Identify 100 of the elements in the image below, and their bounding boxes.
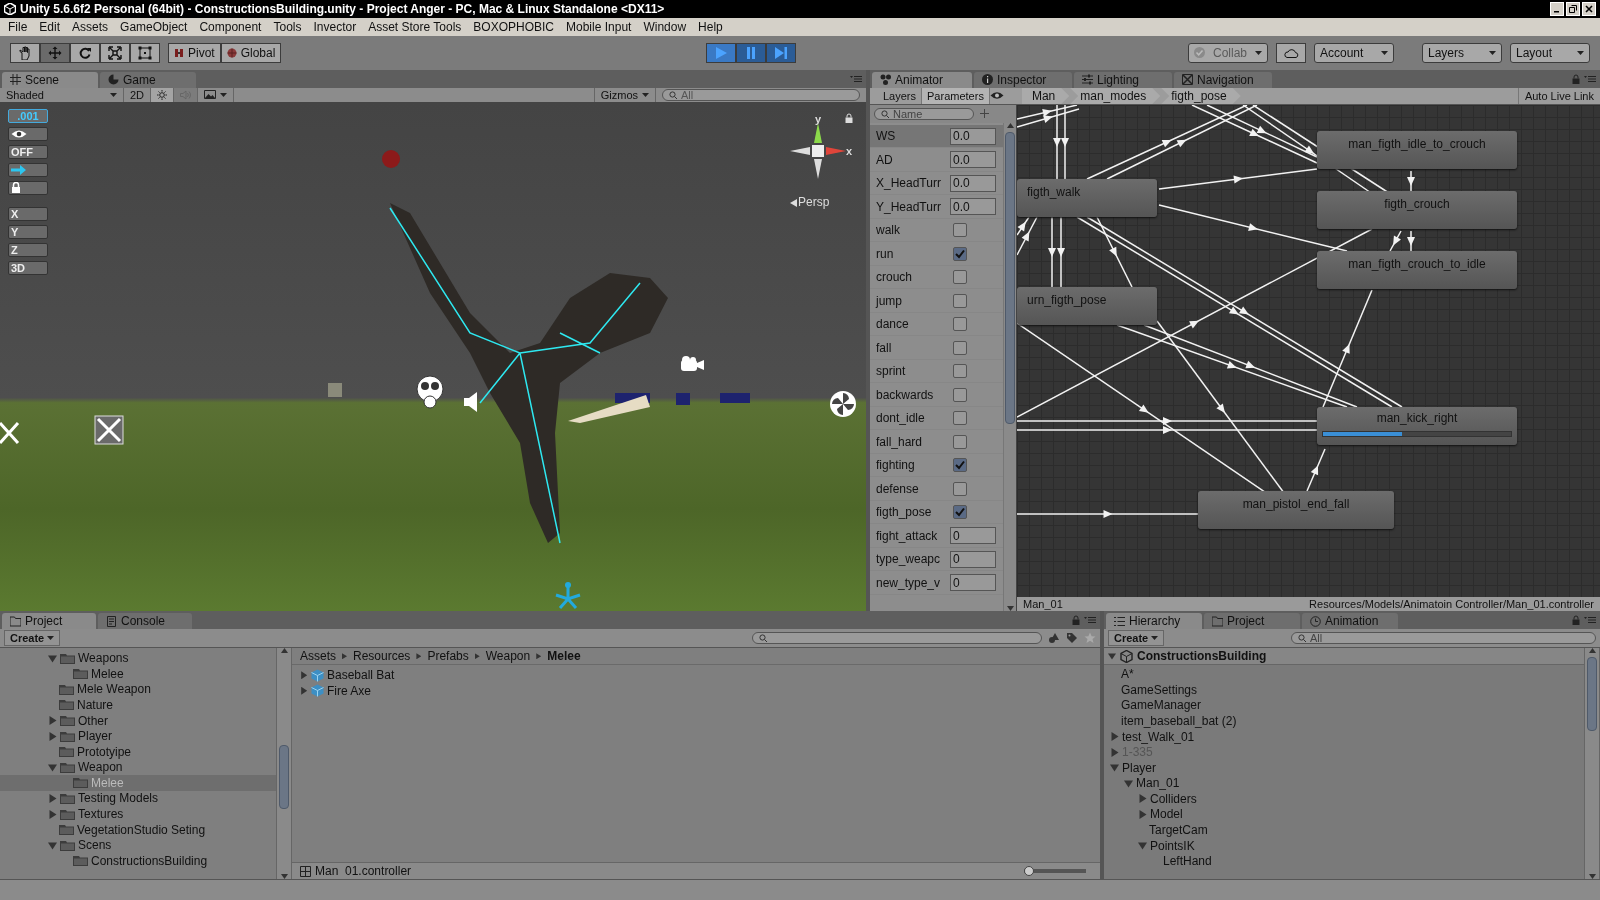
parameter-row[interactable]: dont_idle bbox=[870, 406, 1003, 431]
hierarchy-item[interactable]: Man_01 bbox=[1104, 775, 1584, 792]
state-node[interactable]: urn_figth_pose bbox=[1017, 286, 1157, 325]
parameter-value-field[interactable]: 0.0 bbox=[950, 151, 996, 169]
parameter-row[interactable]: new_type_v 0 bbox=[870, 571, 1003, 595]
parameter-row[interactable]: figth_pose bbox=[870, 500, 1003, 525]
parameter-row[interactable]: sprint bbox=[870, 359, 1003, 384]
hierarchy-item[interactable]: GameManager bbox=[1104, 697, 1584, 714]
panel-tab[interactable]: Inspector bbox=[974, 71, 1072, 88]
parameter-row[interactable]: fall bbox=[870, 336, 1003, 360]
tool-button[interactable] bbox=[10, 42, 40, 63]
parameter-row[interactable]: fall_hard bbox=[870, 430, 1003, 454]
parameter-value-field[interactable]: 0.0 bbox=[950, 127, 996, 145]
zoom-slider[interactable] bbox=[1024, 866, 1086, 877]
hierarchy-item[interactable]: GameSettings bbox=[1104, 681, 1584, 698]
menu-item[interactable]: BOXOPHOBIC bbox=[467, 19, 560, 34]
menu-item[interactable]: Mobile Input bbox=[560, 19, 638, 34]
snap-toggle[interactable]: OFF bbox=[8, 144, 48, 159]
panel-tab[interactable]: Scene bbox=[2, 71, 98, 88]
panel-tab[interactable]: Project bbox=[1204, 613, 1300, 630]
minimize-button[interactable] bbox=[1550, 2, 1564, 16]
hierarchy-item[interactable]: Colliders bbox=[1104, 791, 1584, 807]
asset-item[interactable]: Fire Axe bbox=[300, 682, 1092, 699]
parameter-row[interactable]: walk bbox=[870, 218, 1003, 243]
expanded-arrow-icon[interactable] bbox=[48, 653, 57, 663]
direction-toggle[interactable] bbox=[8, 162, 48, 177]
folder-item[interactable]: Melee bbox=[0, 665, 276, 682]
search-field[interactable] bbox=[752, 632, 1042, 645]
collapsed-arrow-icon[interactable] bbox=[48, 716, 57, 725]
menu-icon[interactable] bbox=[1084, 616, 1096, 625]
menu-icon[interactable] bbox=[1584, 74, 1596, 83]
slider-thumb[interactable] bbox=[1024, 866, 1034, 877]
checkbox[interactable] bbox=[953, 458, 967, 473]
menu-icon[interactable] bbox=[850, 74, 862, 83]
folder-item[interactable]: Testing Models bbox=[0, 790, 276, 807]
scrollbar-thumb[interactable] bbox=[1587, 657, 1597, 732]
parameter-row[interactable]: Y_HeadTurr 0.0 bbox=[870, 195, 1003, 219]
menu-item[interactable]: File bbox=[2, 19, 34, 34]
hierarchy-item[interactable]: Player bbox=[1104, 759, 1584, 776]
state-node[interactable]: figth_walk bbox=[1017, 178, 1157, 217]
hierarchy-item[interactable]: test_Walk_01 bbox=[1104, 728, 1584, 745]
scrollbar-thumb[interactable] bbox=[279, 745, 289, 810]
menu-item[interactable]: Window bbox=[637, 19, 693, 34]
checkbox[interactable] bbox=[953, 317, 967, 332]
parameter-value-field[interactable]: 0 bbox=[950, 527, 996, 545]
menu-item[interactable]: Asset Store Tools bbox=[362, 19, 468, 34]
folder-item[interactable]: Mele Weapon bbox=[0, 681, 276, 698]
collapsed-arrow-icon[interactable] bbox=[1110, 732, 1119, 741]
menu-item[interactable]: Invector bbox=[307, 19, 363, 34]
projection-label[interactable]: Persp bbox=[798, 194, 830, 209]
parameter-row[interactable]: AD 0.0 bbox=[870, 148, 1003, 172]
checkbox[interactable] bbox=[953, 270, 967, 285]
breadcrumb-item[interactable]: Weapon bbox=[485, 649, 531, 664]
expanded-arrow-icon[interactable] bbox=[1110, 763, 1119, 773]
parameter-search-field[interactable]: Name bbox=[874, 107, 974, 120]
folder-item[interactable]: Player bbox=[0, 728, 276, 744]
close-button[interactable] bbox=[1582, 2, 1596, 16]
parameter-row[interactable]: WS 0.0 bbox=[870, 124, 1003, 149]
shading-dropdown[interactable]: Shaded bbox=[0, 87, 124, 102]
menu-item[interactable]: Edit bbox=[33, 19, 67, 34]
filter-type-icon[interactable] bbox=[1048, 632, 1060, 645]
hierarchy-item[interactable]: PointsIK bbox=[1104, 837, 1584, 854]
layout-dropdown[interactable]: Layout bbox=[1510, 42, 1590, 63]
pause-button[interactable] bbox=[736, 42, 767, 63]
menu-item[interactable]: Assets bbox=[66, 19, 115, 34]
create-dropdown[interactable]: Create bbox=[1108, 630, 1165, 647]
parameter-value-field[interactable]: 0 bbox=[950, 574, 996, 592]
folder-item[interactable]: Scens bbox=[0, 837, 276, 854]
checkbox[interactable] bbox=[953, 364, 967, 379]
breadcrumb-item[interactable]: Resources bbox=[353, 649, 411, 664]
collapsed-arrow-icon[interactable] bbox=[1138, 809, 1147, 819]
scrollbar[interactable] bbox=[276, 648, 292, 880]
collapsed-arrow-icon[interactable] bbox=[48, 793, 57, 803]
panel-tab[interactable]: Lighting bbox=[1074, 71, 1172, 88]
hierarchy-item[interactable]: Model bbox=[1104, 806, 1584, 823]
folder-item[interactable]: Prototyipe bbox=[0, 743, 276, 760]
scrollbar-thumb[interactable] bbox=[1005, 131, 1015, 424]
collab-dropdown[interactable]: Collab bbox=[1188, 42, 1268, 63]
lock-toggle[interactable] bbox=[8, 180, 48, 195]
panel-tab[interactable]: Navigation bbox=[1174, 71, 1272, 88]
tool-button[interactable] bbox=[70, 42, 100, 63]
breadcrumb-item[interactable]: Prefabs bbox=[427, 649, 469, 664]
menu-icon[interactable] bbox=[1584, 616, 1596, 625]
hierarchy-item[interactable]: TargetCam bbox=[1104, 822, 1584, 838]
plus-icon[interactable] bbox=[980, 109, 989, 119]
panel-tab[interactable]: Game bbox=[100, 71, 196, 88]
checkbox[interactable] bbox=[953, 481, 967, 496]
3d-toggle[interactable]: 3D bbox=[8, 260, 48, 275]
scrollbar[interactable] bbox=[1584, 648, 1600, 880]
state-node[interactable]: man_kick_right bbox=[1317, 406, 1517, 445]
hierarchy-item[interactable]: A* bbox=[1104, 666, 1584, 682]
checkbox[interactable] bbox=[953, 223, 967, 238]
eye-icon[interactable] bbox=[989, 91, 1004, 101]
panel-tab[interactable]: Animation bbox=[1302, 613, 1398, 630]
play-button[interactable] bbox=[706, 42, 737, 63]
menu-item[interactable]: Help bbox=[692, 19, 729, 34]
folder-item[interactable]: Nature bbox=[0, 697, 276, 713]
parameter-row[interactable]: fighting bbox=[870, 453, 1003, 478]
parameter-row[interactable]: jump bbox=[870, 289, 1003, 313]
expanded-arrow-icon[interactable] bbox=[48, 840, 57, 850]
